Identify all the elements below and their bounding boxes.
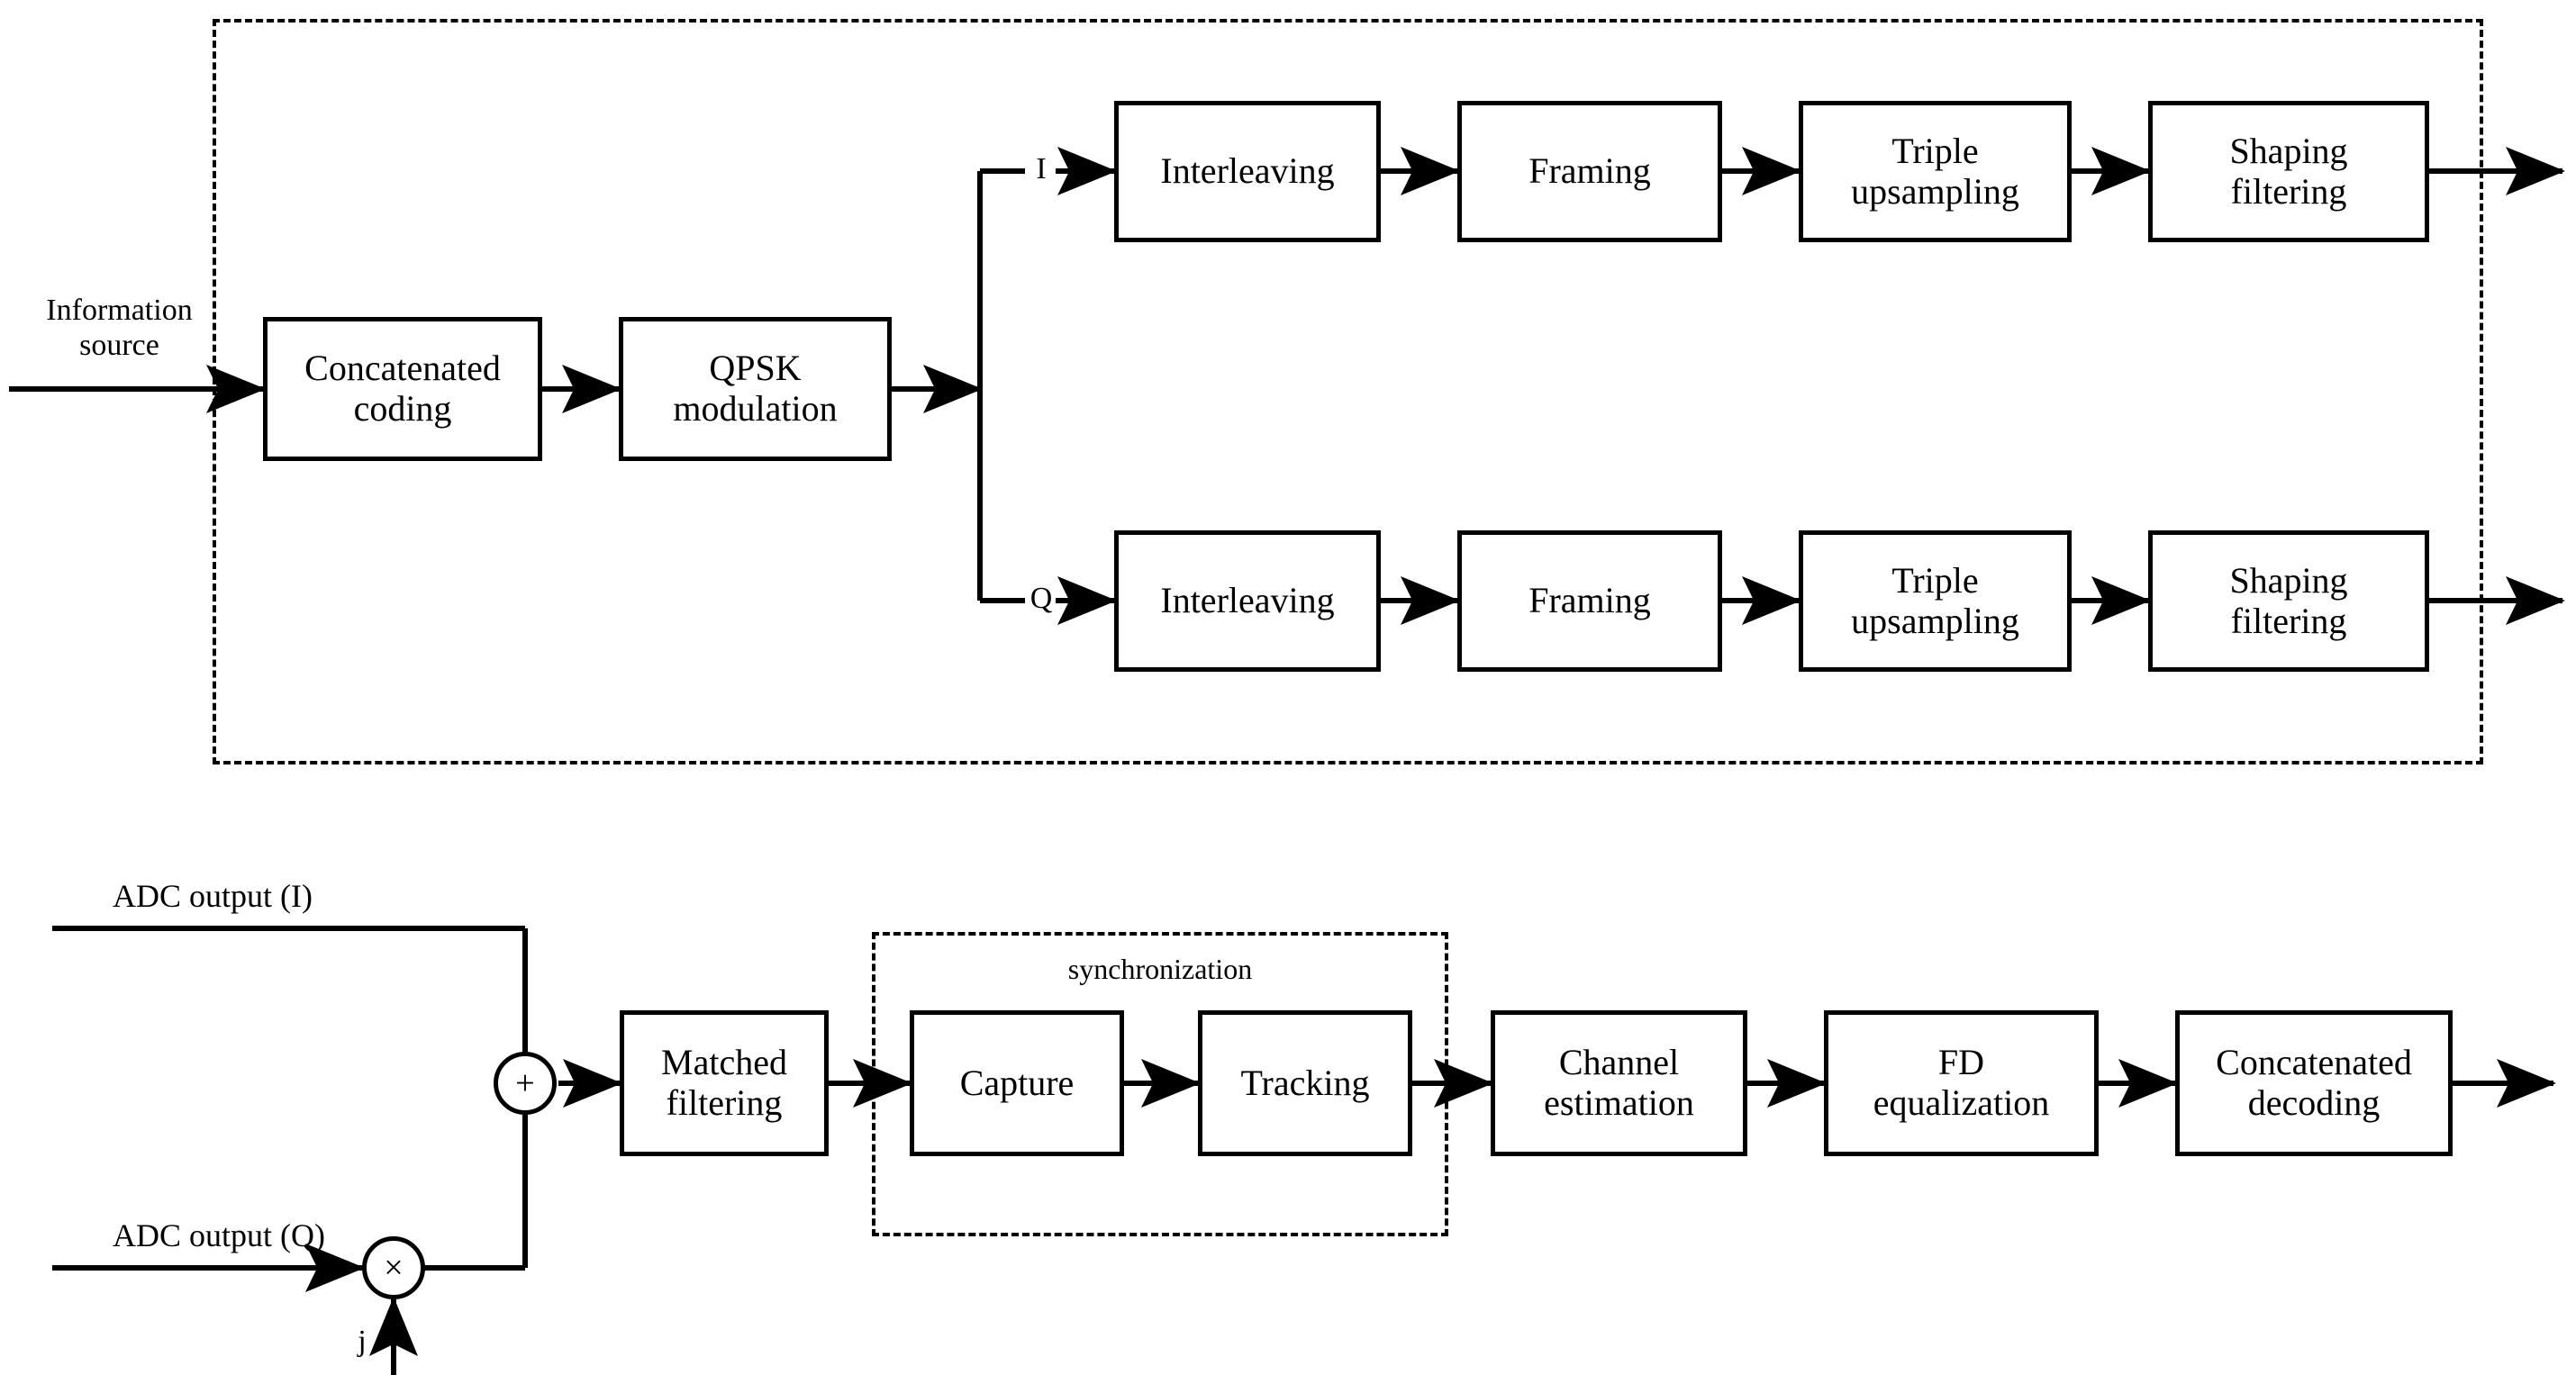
block-concatenated-coding[interactable]: Concatenated coding — [263, 317, 542, 461]
block-channel-estimation-line2: estimation — [1544, 1082, 1694, 1123]
block-triple-upsampling-q[interactable]: Triple upsampling — [1799, 530, 2072, 672]
multiplier-junction[interactable]: × — [362, 1236, 425, 1299]
block-capture-line1: Capture — [959, 1062, 1075, 1103]
block-fd-equalization-line1: FD — [1937, 1042, 1985, 1083]
i-branch-label: I — [1036, 152, 1047, 185]
block-diagram-figure: Information source I Q Concatenated codi… — [0, 0, 2576, 1375]
block-matched-filtering-line1: Matched — [661, 1042, 787, 1083]
block-triple-upsampling-q-line2: upsampling — [1851, 600, 2019, 641]
block-triple-upsampling-q-line1: Triple — [1891, 559, 1979, 601]
block-concatenated-decoding[interactable]: Concatenated decoding — [2175, 1010, 2453, 1156]
block-matched-filtering-line2: filtering — [666, 1082, 783, 1123]
block-qpsk-modulation-line1: QPSK — [709, 348, 802, 389]
adc-output-q-label: ADC output (Q) — [113, 1217, 325, 1253]
block-framing-q[interactable]: Framing — [1457, 530, 1722, 672]
block-concatenated-coding-line2: coding — [353, 388, 452, 429]
block-matched-filtering[interactable]: Matched filtering — [620, 1010, 829, 1156]
summing-junction-symbol: + — [515, 1064, 535, 1102]
q-branch-label: Q — [1029, 582, 1053, 615]
block-concatenated-decoding-line2: decoding — [2247, 1082, 2381, 1123]
synchronization-group-label: synchronization — [1067, 953, 1253, 985]
block-shaping-filtering-i[interactable]: Shaping filtering — [2148, 101, 2429, 242]
block-interleaving-i[interactable]: Interleaving — [1114, 101, 1381, 242]
imaginary-unit-label: j — [358, 1325, 367, 1358]
block-concatenated-decoding-line1: Concatenated — [2216, 1042, 2412, 1083]
block-channel-estimation-line1: Channel — [1558, 1042, 1680, 1083]
adc-output-i-label: ADC output (I) — [113, 878, 313, 914]
block-shaping-filtering-q-line1: Shaping — [2229, 559, 2348, 601]
block-tracking[interactable]: Tracking — [1198, 1010, 1412, 1156]
summing-junction[interactable]: + — [494, 1052, 557, 1115]
multiplier-junction-symbol: × — [384, 1249, 404, 1287]
block-framing-i-line1: Framing — [1528, 150, 1651, 192]
block-framing-q-line1: Framing — [1528, 580, 1651, 621]
block-triple-upsampling-i-line2: upsampling — [1851, 170, 2019, 212]
block-shaping-filtering-q-line2: filtering — [2230, 600, 2347, 641]
block-fd-equalization-line2: equalization — [1873, 1082, 2050, 1123]
block-concatenated-coding-line1: Concatenated — [304, 348, 501, 389]
block-triple-upsampling-i[interactable]: Triple upsampling — [1799, 101, 2072, 242]
information-source-line1: Information — [46, 294, 193, 327]
block-shaping-filtering-q[interactable]: Shaping filtering — [2148, 530, 2429, 672]
block-fd-equalization[interactable]: FD equalization — [1824, 1010, 2099, 1156]
block-channel-estimation[interactable]: Channel estimation — [1491, 1010, 1747, 1156]
information-source-label: Information source — [9, 293, 230, 363]
block-triple-upsampling-i-line1: Triple — [1891, 130, 1979, 171]
information-source-line2: source — [79, 329, 159, 363]
block-interleaving-q[interactable]: Interleaving — [1114, 530, 1381, 672]
block-qpsk-modulation[interactable]: QPSK modulation — [619, 317, 892, 461]
block-framing-i[interactable]: Framing — [1457, 101, 1722, 242]
block-tracking-line1: Tracking — [1240, 1062, 1370, 1103]
block-interleaving-i-line1: Interleaving — [1160, 150, 1335, 192]
block-shaping-filtering-i-line2: filtering — [2230, 170, 2347, 212]
block-shaping-filtering-i-line1: Shaping — [2229, 130, 2348, 171]
block-qpsk-modulation-line2: modulation — [673, 388, 838, 429]
block-interleaving-q-line1: Interleaving — [1160, 580, 1335, 621]
block-capture[interactable]: Capture — [910, 1010, 1124, 1156]
